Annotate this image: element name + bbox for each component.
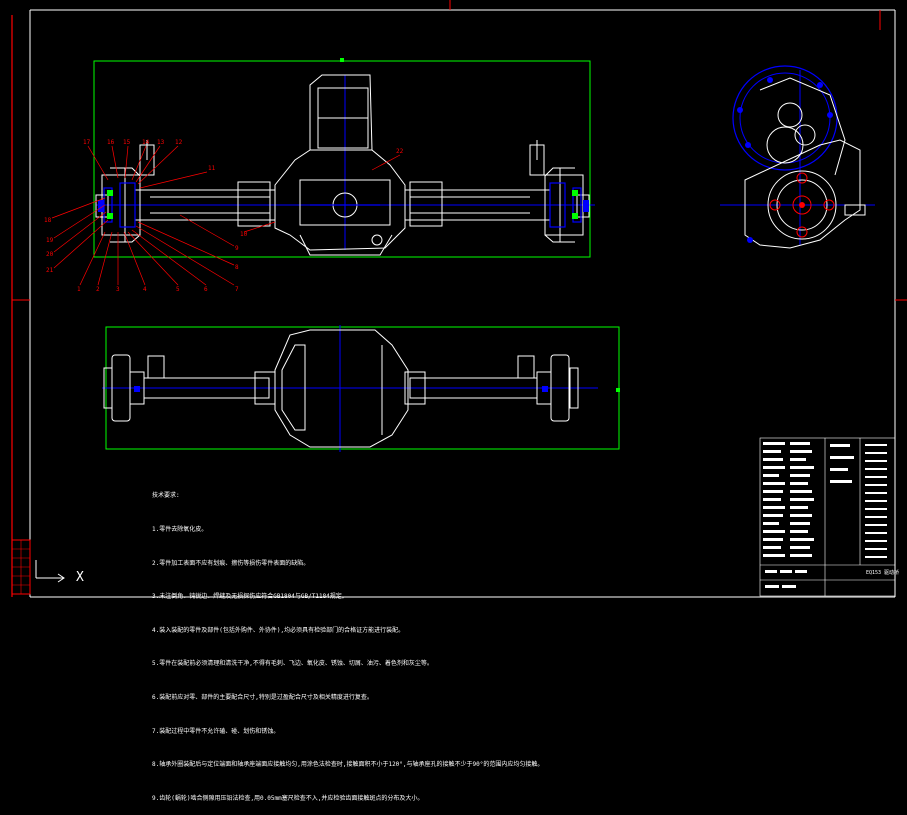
balloon-19: 19: [46, 237, 54, 244]
balloon-20: 20: [46, 251, 54, 258]
balloon-17: 17: [83, 139, 91, 146]
balloon-21: 21: [46, 267, 54, 274]
balloon-9: 9: [235, 245, 239, 252]
balloon-3: 3: [116, 286, 120, 293]
balloon-5: 5: [176, 286, 180, 293]
note-line: 9.齿轮(蜗轮)啮合侧隙用压铅法检查,用0.05mm塞尺检查不入,并应检验齿面接…: [152, 794, 424, 802]
note-line: 6.装配前应对零、部件的主要配合尺寸,特别是过盈配合尺寸及相关精度进行复查。: [152, 693, 373, 701]
balloon-10: 10: [240, 231, 248, 238]
balloon-2: 2: [96, 286, 100, 293]
balloon-11: 11: [208, 165, 216, 172]
balloon-14: 14: [142, 139, 150, 146]
note-line: 4.装入装配的零件及部件(包括外购件、外协件),均必须具有检验部门的合格证方能进…: [152, 626, 405, 634]
balloon-13: 13: [157, 139, 165, 146]
note-line: 8.轴承外圈装配后与定位端面和轴承座端面应接触均匀,用涂色法检查时,接触面积不小…: [152, 761, 544, 769]
title-block-code: EQ153 驱动桥: [866, 570, 900, 576]
balloon-22: 22: [396, 148, 404, 155]
note-line: 2.零件加工表面不应有划痕、擦伤等损伤零件表面的缺陷。: [152, 559, 310, 567]
balloon-4: 4: [143, 286, 147, 293]
note-line: 1.零件去除氧化皮。: [152, 526, 208, 533]
balloon-16: 16: [107, 139, 115, 146]
technical-notes: 技术要求: 1.零件去除氧化皮。 2.零件加工表面不应有划痕、擦伤等损伤零件表面…: [152, 468, 543, 815]
axis-x-label: X: [76, 570, 84, 585]
notes-heading: 技术要求:: [152, 492, 180, 500]
note-line: 3.未注倒角、钝锐边、焊缝及无损探伤应符合GB1804与GB/T1184规定。: [152, 593, 348, 601]
balloon-8: 8: [235, 264, 239, 271]
balloon-18: 18: [44, 217, 52, 224]
note-line: 7.装配过程中零件不允许磕、碰、划伤和锈蚀。: [152, 727, 280, 735]
note-line: 5.零件在装配前必须清理和清洗干净,不得有毛刺、飞边、氧化皮、锈蚀、切屑、油污、…: [152, 660, 433, 668]
balloon-15: 15: [123, 139, 131, 146]
balloon-6: 6: [204, 286, 208, 293]
balloon-12: 12: [175, 139, 183, 146]
balloon-1: 1: [77, 286, 81, 293]
balloon-7: 7: [235, 286, 239, 293]
